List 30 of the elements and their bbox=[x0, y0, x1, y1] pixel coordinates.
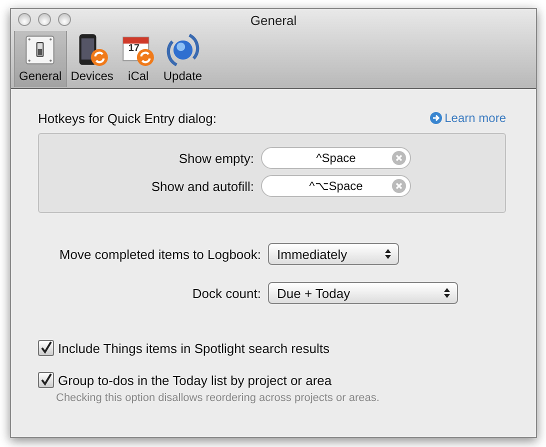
hint-text: Checking this option disallows reordering across projects or areas. bbox=[56, 392, 380, 404]
zoom-button[interactable] bbox=[58, 13, 71, 26]
field-label: Move completed items to Logbook: bbox=[58, 246, 262, 262]
globe-refresh-icon bbox=[166, 33, 200, 67]
clear-icon[interactable] bbox=[392, 179, 406, 193]
learn-more-link[interactable]: Learn more bbox=[430, 111, 506, 125]
stepper-arrows-icon bbox=[443, 287, 451, 299]
checkbox-label: Group to-dos in the Today list by project or area bbox=[58, 372, 332, 388]
hotkey-field[interactable]: ^⌥Space bbox=[261, 175, 411, 197]
popup-button[interactable]: Immediately bbox=[268, 243, 399, 265]
toolbar-tab[interactable]: Devices bbox=[66, 31, 118, 87]
checkbox-label: Include Things items in Spotlight search results bbox=[58, 340, 330, 356]
clear-icon[interactable] bbox=[392, 151, 406, 165]
checkbox[interactable] bbox=[38, 372, 54, 388]
toolbar-tab[interactable]: General bbox=[14, 31, 67, 87]
toolbar-tab[interactable]: Update bbox=[159, 31, 206, 87]
field-label: Show empty: bbox=[178, 150, 255, 166]
hotkey-field[interactable]: ^Space bbox=[261, 147, 411, 169]
switch-icon bbox=[23, 33, 58, 67]
field-label: Show and autofill: bbox=[150, 178, 255, 194]
section-heading: Hotkeys for Quick Entry dialog: bbox=[38, 110, 216, 126]
toolbar-tab[interactable]: 17 iCal bbox=[117, 31, 160, 87]
checkbox[interactable] bbox=[38, 340, 54, 356]
arrow-icon bbox=[430, 112, 442, 124]
stepper-arrows-icon bbox=[384, 248, 392, 260]
close-button[interactable] bbox=[18, 13, 31, 26]
field-label: Dock count: bbox=[191, 286, 262, 300]
popup-button[interactable]: Due + Today bbox=[268, 282, 458, 304]
minimize-button[interactable] bbox=[38, 13, 51, 26]
window-title: General bbox=[250, 12, 297, 28]
